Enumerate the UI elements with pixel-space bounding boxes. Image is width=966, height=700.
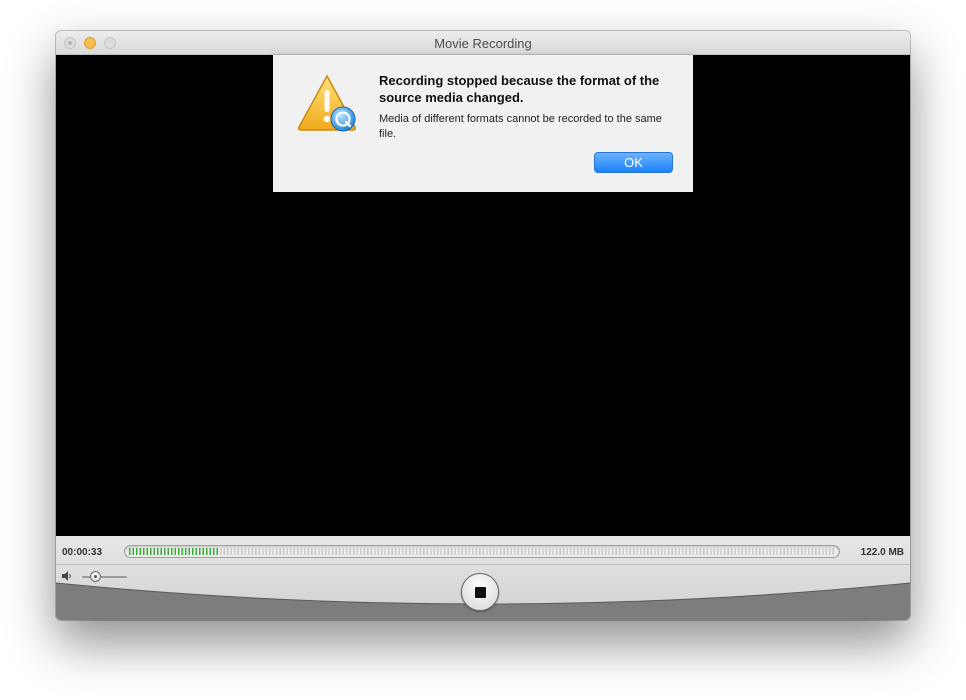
window-title: Movie Recording (434, 36, 532, 51)
alert-title: Recording stopped because the format of … (379, 73, 660, 105)
recording-controls: 00:00:33 122.0 MB (56, 536, 910, 620)
movie-recording-window: Movie Recording Recording stopped becaus… (56, 31, 910, 620)
speaker-icon[interactable] (62, 571, 73, 581)
volume-slider-knob[interactable] (90, 571, 101, 582)
alert-sheet: Recording stopped because the format of … (273, 55, 693, 192)
audio-level-bars (129, 548, 834, 555)
stop-icon (475, 587, 486, 598)
file-size: 122.0 MB (860, 547, 904, 558)
ok-button[interactable]: OK (594, 152, 673, 173)
elapsed-time: 00:00:33 (62, 547, 103, 558)
video-preview: Recording stopped because the format of … (56, 55, 910, 536)
title-bar[interactable]: Movie Recording (56, 31, 910, 55)
warning-quicktime-icon (298, 74, 356, 132)
audio-level-meter (124, 545, 840, 558)
volume-slider-track[interactable] (82, 576, 127, 578)
stop-recording-button[interactable] (461, 573, 499, 611)
alert-message: Media of different formats cannot be rec… (379, 113, 662, 140)
